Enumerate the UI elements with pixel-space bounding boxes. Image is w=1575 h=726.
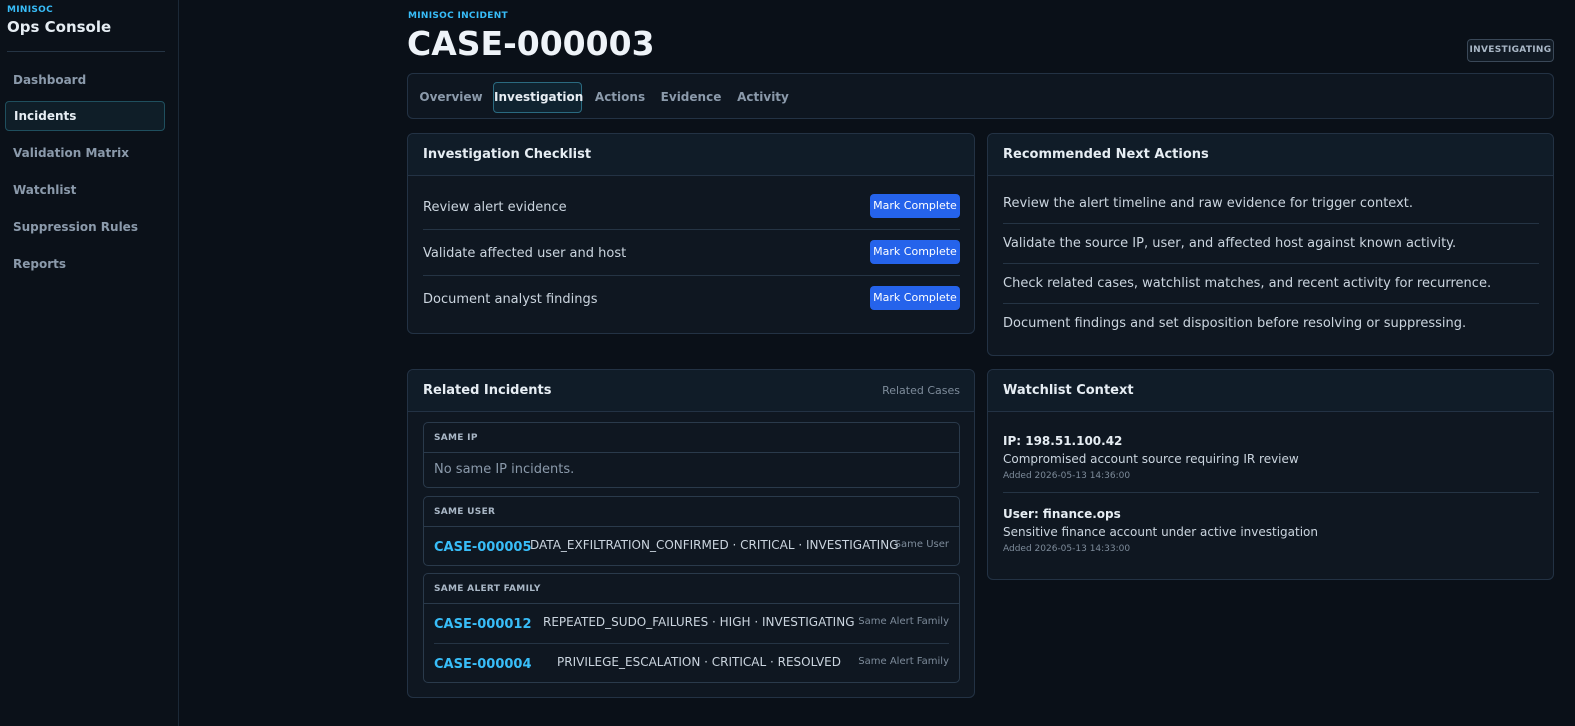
recommended-header: Recommended Next Actions (988, 134, 1553, 176)
same-user-group: SAME USER CASE-000005 DATA_EXFILTRATION_… (423, 496, 960, 566)
mark-complete-button[interactable]: Mark Complete (870, 194, 960, 218)
divider (1003, 263, 1539, 264)
related-incidents-panel: Related Incidents Related Cases SAME IP … (407, 369, 975, 698)
divider (434, 643, 949, 644)
checklist-item: Document analyst findings Mark Complete (423, 276, 960, 322)
sidebar-item-suppression-rules[interactable]: Suppression Rules (5, 212, 165, 242)
checklist-title: Investigation Checklist (423, 147, 592, 162)
watchlist-entry-description: Compromised account source requiring IR … (1003, 452, 1299, 466)
watchlist-header: Watchlist Context (988, 370, 1553, 412)
checklist-item: Validate affected user and host Mark Com… (423, 230, 960, 276)
divider (1003, 223, 1539, 224)
sidebar-item-reports[interactable]: Reports (5, 249, 165, 279)
case-description: PRIVILEGE_ESCALATION · CRITICAL · RESOLV… (557, 655, 841, 669)
checklist-item-label: Review alert evidence (423, 200, 567, 215)
divider (1003, 303, 1539, 304)
sidebar-item-watchlist[interactable]: Watchlist (5, 175, 165, 205)
checklist-item-label: Document analyst findings (423, 292, 598, 307)
brand-kicker: MINISOC (7, 5, 54, 15)
recommended-panel: Recommended Next Actions Review the aler… (987, 133, 1554, 356)
mark-complete-button[interactable]: Mark Complete (870, 240, 960, 264)
recommended-title: Recommended Next Actions (1003, 147, 1209, 162)
checklist-item: Review alert evidence Mark Complete (423, 184, 960, 230)
watchlist-entry-description: Sensitive finance account under active i… (1003, 525, 1318, 539)
watchlist-entry-added: Added 2026-05-13 14:33:00 (1003, 544, 1131, 554)
case-description: DATA_EXFILTRATION_CONFIRMED · CRITICAL ·… (530, 538, 899, 552)
case-link[interactable]: CASE-000012 (434, 617, 532, 632)
case-description: REPEATED_SUDO_FAILURES · HIGH · INVESTIG… (543, 615, 855, 629)
tab-bar: Overview Investigation Actions Evidence … (407, 73, 1554, 119)
related-cases-link[interactable]: Related Cases (882, 384, 960, 397)
group-title: SAME ALERT FAMILY (434, 584, 541, 594)
group-title: SAME IP (434, 433, 478, 443)
case-link[interactable]: CASE-000004 (434, 657, 532, 672)
tab-actions[interactable]: Actions (591, 82, 649, 113)
related-header: Related Incidents Related Cases (408, 370, 974, 412)
watchlist-entry-title: User: finance.ops (1003, 507, 1121, 521)
brand-title[interactable]: Ops Console (7, 18, 111, 36)
sidebar-divider (7, 51, 165, 52)
relation-tag: Same Alert Family (858, 656, 949, 667)
checklist-header: Investigation Checklist (408, 134, 974, 176)
status-badge: INVESTIGATING (1467, 39, 1554, 62)
watchlist-entry-added: Added 2026-05-13 14:36:00 (1003, 471, 1131, 481)
divider (1003, 492, 1539, 493)
case-link[interactable]: CASE-000005 (434, 540, 532, 555)
tab-overview[interactable]: Overview (416, 82, 486, 113)
group-header: SAME ALERT FAMILY (424, 574, 959, 604)
sidebar-item-validation-matrix[interactable]: Validation Matrix (5, 138, 165, 168)
sidebar-item-dashboard[interactable]: Dashboard (5, 65, 165, 95)
relation-tag: Same User (894, 539, 949, 550)
checklist-item-label: Validate affected user and host (423, 246, 627, 261)
group-header: SAME USER (424, 497, 959, 527)
sidebar-item-incidents[interactable]: Incidents (5, 101, 165, 131)
watchlist-panel: Watchlist Context IP: 198.51.100.42 Comp… (987, 369, 1554, 580)
empty-state: No same IP incidents. (434, 462, 575, 477)
watchlist-entry-title: IP: 198.51.100.42 (1003, 434, 1123, 448)
page-kicker: MINISOC INCIDENT (408, 11, 508, 21)
relation-tag: Same Alert Family (858, 616, 949, 627)
same-alert-family-group: SAME ALERT FAMILY CASE-000012 REPEATED_S… (423, 573, 960, 683)
recommended-item: Check related cases, watchlist matches, … (1003, 276, 1492, 291)
recommended-item: Review the alert timeline and raw eviden… (1003, 196, 1414, 211)
page-title: CASE-000003 (407, 24, 655, 63)
checklist-panel: Investigation Checklist Review alert evi… (407, 133, 975, 334)
related-title: Related Incidents (423, 383, 552, 398)
mark-complete-button[interactable]: Mark Complete (870, 286, 960, 310)
group-header: SAME IP (424, 423, 959, 453)
tab-investigation[interactable]: Investigation (493, 82, 583, 113)
tab-evidence[interactable]: Evidence (658, 82, 724, 113)
tab-activity[interactable]: Activity (733, 82, 793, 113)
same-ip-group: SAME IP No same IP incidents. (423, 422, 960, 488)
watchlist-title: Watchlist Context (1003, 383, 1134, 398)
sidebar: MINISOC Ops Console Dashboard Incidents … (0, 0, 179, 726)
recommended-item: Validate the source IP, user, and affect… (1003, 236, 1457, 251)
recommended-item: Document findings and set disposition be… (1003, 316, 1467, 331)
group-title: SAME USER (434, 507, 496, 517)
